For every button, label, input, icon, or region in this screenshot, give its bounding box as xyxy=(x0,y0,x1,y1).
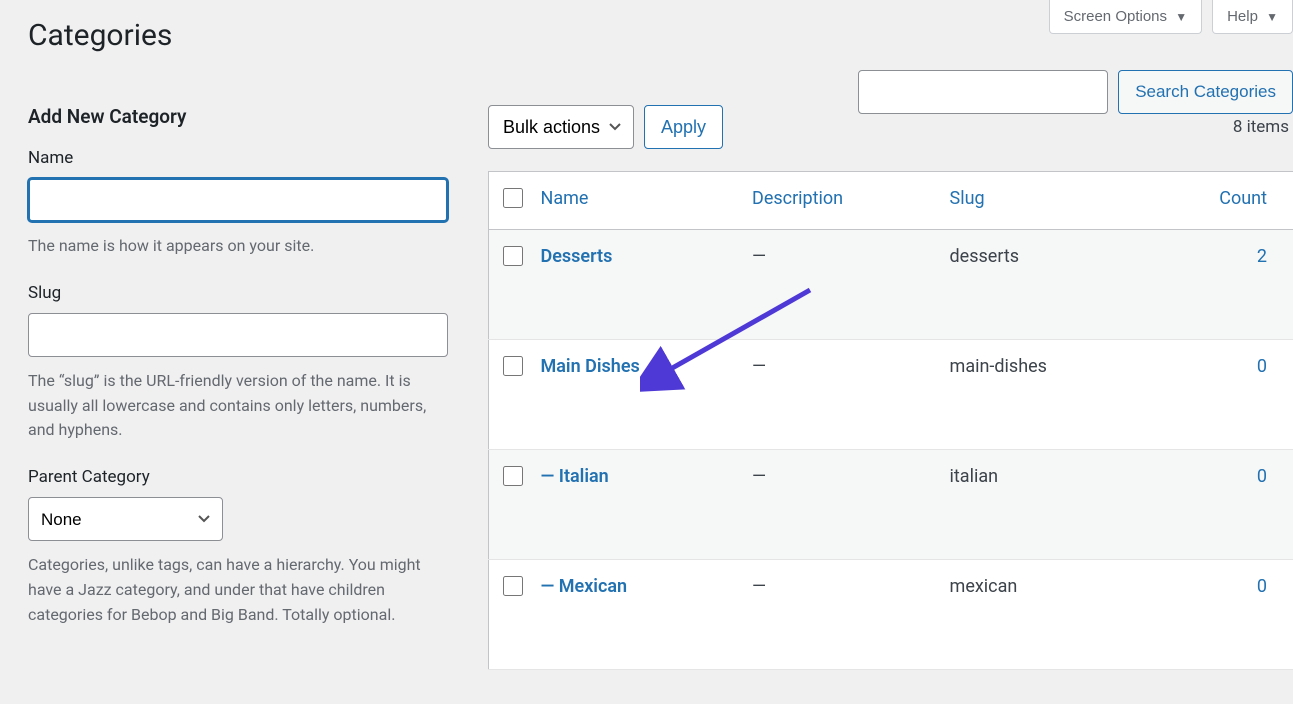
caret-down-icon: ▼ xyxy=(1266,10,1278,24)
name-field[interactable] xyxy=(28,178,448,222)
table-row: — Italian —italian 0 xyxy=(489,450,1293,560)
add-new-heading: Add New Category xyxy=(28,105,448,128)
count-link[interactable]: 0 xyxy=(1257,356,1267,377)
col-count[interactable]: Count xyxy=(1146,172,1293,230)
bulk-actions-select[interactable]: Bulk actions xyxy=(488,105,634,149)
name-label: Name xyxy=(28,148,448,168)
col-description[interactable]: Description xyxy=(740,172,938,230)
row-checkbox[interactable] xyxy=(503,466,523,486)
slug-cell: desserts xyxy=(938,230,1146,340)
slug-cell: main-dishes xyxy=(938,340,1146,450)
categories-table: Name Description Slug Count Desserts—des… xyxy=(488,171,1293,670)
description-cell: — xyxy=(740,450,938,560)
help-label: Help xyxy=(1227,8,1258,25)
description-cell: — xyxy=(740,230,938,340)
row-checkbox[interactable] xyxy=(503,356,523,376)
item-count: 8 items xyxy=(1233,117,1293,137)
help-button[interactable]: Help ▼ xyxy=(1212,0,1293,34)
description-cell: — xyxy=(740,340,938,450)
col-name[interactable]: Name xyxy=(529,172,741,230)
table-row: Main Dishes —main-dishes 0 xyxy=(489,340,1293,450)
slug-cell: mexican xyxy=(938,560,1146,670)
select-all-checkbox[interactable] xyxy=(503,188,523,208)
category-link[interactable]: Desserts xyxy=(541,246,613,267)
table-row: Desserts —desserts 2 xyxy=(489,230,1293,340)
apply-button[interactable]: Apply xyxy=(644,105,723,149)
slug-label: Slug xyxy=(28,283,448,303)
slug-field[interactable] xyxy=(28,313,448,357)
table-row: — Mexican —mexican 0 xyxy=(489,560,1293,670)
description-cell: — xyxy=(740,560,938,670)
name-help: The name is how it appears on your site. xyxy=(28,234,448,259)
parent-help: Categories, unlike tags, can have a hier… xyxy=(28,553,448,627)
row-checkbox[interactable] xyxy=(503,576,523,596)
screen-options-label: Screen Options xyxy=(1064,8,1167,25)
count-link[interactable]: 0 xyxy=(1257,576,1267,597)
parent-select[interactable]: None xyxy=(28,497,223,541)
category-link[interactable]: — Mexican xyxy=(541,576,628,597)
screen-options-button[interactable]: Screen Options ▼ xyxy=(1049,0,1202,34)
col-slug[interactable]: Slug xyxy=(938,172,1146,230)
search-input[interactable] xyxy=(858,70,1108,114)
slug-cell: italian xyxy=(938,450,1146,560)
count-link[interactable]: 2 xyxy=(1257,246,1267,267)
count-link[interactable]: 0 xyxy=(1257,466,1267,487)
parent-label: Parent Category xyxy=(28,467,448,487)
slug-help: The “slug” is the URL-friendly version o… xyxy=(28,369,448,443)
search-button[interactable]: Search Categories xyxy=(1118,70,1293,114)
category-link[interactable]: Main Dishes xyxy=(541,356,640,377)
caret-down-icon: ▼ xyxy=(1175,10,1187,24)
category-link[interactable]: — Italian xyxy=(541,466,609,487)
row-checkbox[interactable] xyxy=(503,246,523,266)
